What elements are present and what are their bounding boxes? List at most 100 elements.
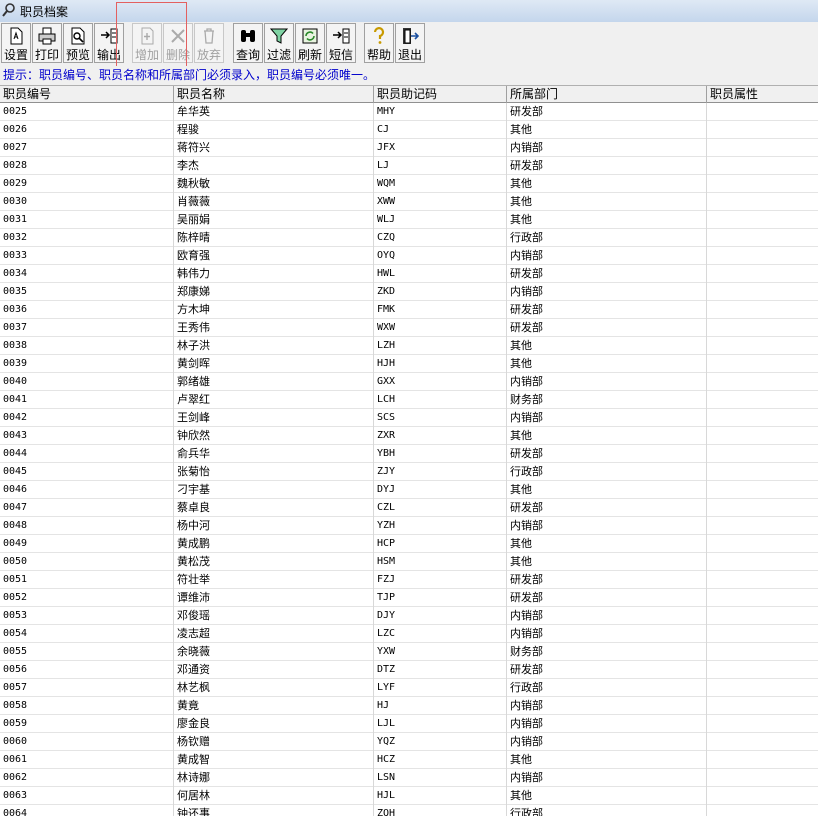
cell-department[interactable]: 内销部 [507, 373, 707, 391]
table-row[interactable]: 0048 杨中河 YZH 内销部 [0, 517, 818, 535]
cell-name[interactable]: 陈梓晴 [174, 229, 374, 247]
cell-id[interactable]: 0027 [0, 139, 174, 157]
cell-id[interactable]: 0059 [0, 715, 174, 733]
table-row[interactable]: 0035 郑康娣 ZKD 内销部 [0, 283, 818, 301]
cell-department[interactable]: 内销部 [507, 697, 707, 715]
cell-attribute[interactable] [707, 625, 818, 643]
cell-code[interactable]: HCP [374, 535, 507, 553]
cell-attribute[interactable] [707, 607, 818, 625]
cell-department[interactable]: 其他 [507, 193, 707, 211]
cell-code[interactable]: XWW [374, 193, 507, 211]
cell-attribute[interactable] [707, 733, 818, 751]
cell-id[interactable]: 0053 [0, 607, 174, 625]
cell-attribute[interactable] [707, 535, 818, 553]
cell-code[interactable]: ZXR [374, 427, 507, 445]
delete-button[interactable]: 删除 [163, 23, 193, 63]
cell-department[interactable]: 其他 [507, 787, 707, 805]
cell-name[interactable]: 魏秋敏 [174, 175, 374, 193]
cell-attribute[interactable] [707, 589, 818, 607]
cell-name[interactable]: 王剑峰 [174, 409, 374, 427]
cell-code[interactable]: YXW [374, 643, 507, 661]
cell-attribute[interactable] [707, 661, 818, 679]
cell-department[interactable]: 内销部 [507, 283, 707, 301]
cell-attribute[interactable] [707, 229, 818, 247]
table-row[interactable]: 0027 蒋符兴 JFX 内销部 [0, 139, 818, 157]
cell-name[interactable]: 黄竟 [174, 697, 374, 715]
print-button[interactable]: 打印 [32, 23, 62, 63]
cell-attribute[interactable] [707, 103, 818, 121]
cell-attribute[interactable] [707, 139, 818, 157]
cell-attribute[interactable] [707, 175, 818, 193]
cell-name[interactable]: 谭维沛 [174, 589, 374, 607]
cell-id[interactable]: 0050 [0, 553, 174, 571]
cell-name[interactable]: 钟还事 [174, 805, 374, 816]
cell-id[interactable]: 0042 [0, 409, 174, 427]
cell-attribute[interactable] [707, 553, 818, 571]
cell-attribute[interactable] [707, 751, 818, 769]
cell-code[interactable]: LZC [374, 625, 507, 643]
cell-id[interactable]: 0033 [0, 247, 174, 265]
cell-attribute[interactable] [707, 517, 818, 535]
table-row[interactable]: 0038 林子洪 LZH 其他 [0, 337, 818, 355]
cell-code[interactable]: DJY [374, 607, 507, 625]
cell-code[interactable]: LZH [374, 337, 507, 355]
cell-code[interactable]: HWL [374, 265, 507, 283]
cell-attribute[interactable] [707, 337, 818, 355]
cell-attribute[interactable] [707, 715, 818, 733]
cell-id[interactable]: 0047 [0, 499, 174, 517]
cell-id[interactable]: 0048 [0, 517, 174, 535]
column-header-code[interactable]: 职员助记码 [374, 86, 507, 103]
cell-code[interactable]: ZKD [374, 283, 507, 301]
cell-department[interactable]: 研发部 [507, 571, 707, 589]
cell-name[interactable]: 邓俊瑶 [174, 607, 374, 625]
cell-code[interactable]: FMK [374, 301, 507, 319]
column-header-attribute[interactable]: 职员属性 [707, 86, 818, 103]
cell-name[interactable]: 余晓薇 [174, 643, 374, 661]
cell-name[interactable]: 张菊怡 [174, 463, 374, 481]
cell-id[interactable]: 0029 [0, 175, 174, 193]
query-button[interactable]: 查询 [233, 23, 263, 63]
cell-name[interactable]: 杨钦赠 [174, 733, 374, 751]
table-row[interactable]: 0026 程骏 CJ 其他 [0, 121, 818, 139]
cell-department[interactable]: 内销部 [507, 139, 707, 157]
cell-id[interactable]: 0044 [0, 445, 174, 463]
cell-attribute[interactable] [707, 247, 818, 265]
cell-name[interactable]: 韩伟力 [174, 265, 374, 283]
cell-id[interactable]: 0043 [0, 427, 174, 445]
cell-department[interactable]: 内销部 [507, 733, 707, 751]
cell-code[interactable]: CJ [374, 121, 507, 139]
cell-code[interactable]: ZQH [374, 805, 507, 816]
cell-code[interactable]: YZH [374, 517, 507, 535]
table-row[interactable]: 0061 黄成智 HCZ 其他 [0, 751, 818, 769]
cell-department[interactable]: 行政部 [507, 463, 707, 481]
cell-attribute[interactable] [707, 571, 818, 589]
table-row[interactable]: 0034 韩伟力 HWL 研发部 [0, 265, 818, 283]
table-row[interactable]: 0030 肖薇薇 XWW 其他 [0, 193, 818, 211]
table-row[interactable]: 0059 廖金良 LJL 内销部 [0, 715, 818, 733]
cell-attribute[interactable] [707, 409, 818, 427]
filter-button[interactable]: 过滤 [264, 23, 294, 63]
cell-attribute[interactable] [707, 157, 818, 175]
cell-attribute[interactable] [707, 121, 818, 139]
column-header-id[interactable]: 职员编号 [0, 86, 174, 103]
cell-name[interactable]: 黄成智 [174, 751, 374, 769]
cell-name[interactable]: 杨中河 [174, 517, 374, 535]
cell-attribute[interactable] [707, 787, 818, 805]
cell-attribute[interactable] [707, 301, 818, 319]
cell-code[interactable]: YQZ [374, 733, 507, 751]
cell-department[interactable]: 内销部 [507, 409, 707, 427]
table-row[interactable]: 0052 谭维沛 TJP 研发部 [0, 589, 818, 607]
cell-attribute[interactable] [707, 499, 818, 517]
cell-department[interactable]: 研发部 [507, 103, 707, 121]
table-row[interactable]: 0037 王秀伟 WXW 研发部 [0, 319, 818, 337]
cell-code[interactable]: DYJ [374, 481, 507, 499]
cell-name[interactable]: 符壮举 [174, 571, 374, 589]
cell-department[interactable]: 其他 [507, 211, 707, 229]
cell-department[interactable]: 内销部 [507, 625, 707, 643]
cell-department[interactable]: 其他 [507, 355, 707, 373]
cell-id[interactable]: 0054 [0, 625, 174, 643]
cell-name[interactable]: 牟华英 [174, 103, 374, 121]
cell-department[interactable]: 行政部 [507, 229, 707, 247]
table-row[interactable]: 0044 俞兵华 YBH 研发部 [0, 445, 818, 463]
preview-button[interactable]: 预览 [63, 23, 93, 63]
